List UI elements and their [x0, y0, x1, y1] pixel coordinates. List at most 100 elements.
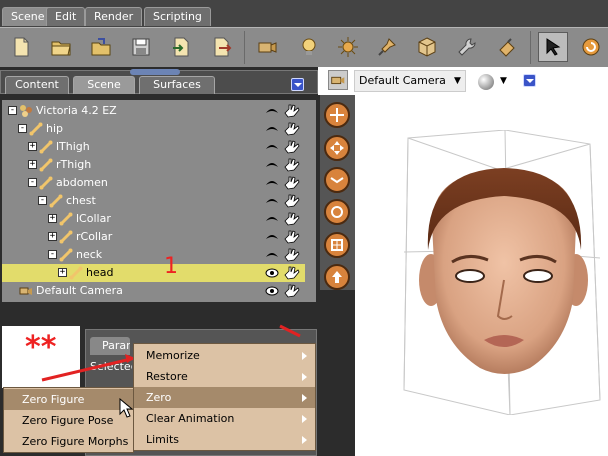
- save-icon[interactable]: [126, 32, 156, 62]
- menu-item[interactable]: Limits: [134, 429, 315, 450]
- render-style-icon[interactable]: [478, 74, 494, 90]
- open-folder-alt-icon[interactable]: [86, 32, 116, 62]
- hidden-eye-icon[interactable]: [265, 159, 279, 171]
- open-folder-icon[interactable]: [46, 32, 76, 62]
- tree-item-label: chest: [66, 194, 96, 207]
- expand-icon[interactable]: +: [58, 268, 67, 277]
- rotate-control-icon[interactable]: [324, 199, 350, 225]
- wrench-icon[interactable]: [452, 32, 482, 62]
- submenu-item[interactable]: Zero Figure Morphs: [4, 431, 133, 452]
- eye-icon[interactable]: [265, 285, 279, 297]
- tree-item-label: Victoria 4.2 EZ: [36, 104, 117, 117]
- hand-select-icon[interactable]: [283, 103, 301, 119]
- tree-row[interactable]: - neck: [2, 246, 305, 264]
- new-file-icon[interactable]: [6, 32, 36, 62]
- rotate-icon[interactable]: [576, 32, 606, 62]
- scene-tree: - Victoria 4.2 EZ - hip + lThigh + rThigh - abdom…: [2, 100, 316, 302]
- hand-select-icon[interactable]: [283, 121, 301, 137]
- export-icon[interactable]: [206, 32, 236, 62]
- hand-select-icon[interactable]: [283, 229, 301, 245]
- tree-row[interactable]: - hip: [2, 120, 305, 138]
- collapse-icon[interactable]: -: [8, 106, 17, 115]
- menu-item[interactable]: Zero: [134, 387, 315, 408]
- viewport-menu-button[interactable]: [523, 74, 536, 87]
- collapse-icon[interactable]: -: [48, 250, 57, 259]
- frame-control-icon[interactable]: [324, 232, 350, 258]
- hidden-eye-icon[interactable]: [265, 195, 279, 207]
- select-arrow-icon[interactable]: [538, 32, 568, 62]
- tree-row[interactable]: + rThigh: [2, 156, 305, 174]
- panel-drag-handle[interactable]: [130, 69, 180, 75]
- camera-dropdown[interactable]: Default Camera: [354, 70, 466, 92]
- pin-light-icon[interactable]: [372, 32, 402, 62]
- collapse-icon[interactable]: -: [28, 178, 37, 187]
- tab-surfaces[interactable]: Surfaces: [139, 76, 215, 94]
- submenu-item-label: Zero Figure Pose: [22, 414, 114, 427]
- camera-tool-icon[interactable]: [252, 32, 282, 62]
- hand-select-icon[interactable]: [283, 157, 301, 173]
- hidden-eye-icon[interactable]: [265, 141, 279, 153]
- chevron-down-icon: ▼: [500, 76, 507, 86]
- submenu-item[interactable]: Zero Figure Pose: [4, 410, 133, 431]
- bone-icon: [29, 122, 43, 136]
- hand-select-icon[interactable]: [283, 265, 301, 281]
- hand-select-icon[interactable]: [283, 139, 301, 155]
- translate-xz-control-icon[interactable]: [324, 102, 350, 128]
- tree-row[interactable]: + lThigh: [2, 138, 305, 156]
- hidden-eye-icon[interactable]: [265, 123, 279, 135]
- tab-scene-panel[interactable]: Scene: [73, 76, 135, 94]
- hand-select-icon[interactable]: [283, 247, 301, 263]
- collapse-icon[interactable]: -: [38, 196, 47, 205]
- hidden-eye-icon[interactable]: [265, 249, 279, 261]
- light-bulb-icon[interactable]: [294, 32, 324, 62]
- tab-render[interactable]: Render: [85, 7, 143, 26]
- hand-select-icon[interactable]: [283, 175, 301, 191]
- tree-row[interactable]: + rCollar: [2, 228, 305, 246]
- import-icon[interactable]: [166, 32, 196, 62]
- annotation-arrow-small: [279, 324, 301, 338]
- top-tab-bar: Scene Edit Render Scripting: [0, 0, 608, 28]
- head-model[interactable]: [400, 130, 608, 415]
- tree-row[interactable]: - abdomen: [2, 174, 305, 192]
- hidden-eye-icon[interactable]: [265, 231, 279, 243]
- panel-menu-button[interactable]: [291, 78, 304, 91]
- expand-icon[interactable]: +: [48, 214, 57, 223]
- tree-row[interactable]: + head: [2, 264, 305, 282]
- menu-item-label: Clear Animation: [146, 412, 235, 425]
- menu-item[interactable]: Restore: [134, 366, 315, 387]
- tab-content[interactable]: Content: [5, 76, 69, 94]
- tree-row[interactable]: Default Camera: [2, 282, 305, 300]
- tree-row[interactable]: - chest: [2, 192, 305, 210]
- hand-select-icon[interactable]: [283, 283, 301, 299]
- camera-select-icon[interactable]: [328, 70, 348, 90]
- pointer-tool-icon[interactable]: [492, 32, 522, 62]
- menu-item[interactable]: Memorize: [134, 345, 315, 366]
- menu-item[interactable]: Clear Animation: [134, 408, 315, 429]
- tree-row[interactable]: + lCollar: [2, 210, 305, 228]
- tab-edit[interactable]: Edit: [46, 7, 86, 26]
- translate-xy-control-icon[interactable]: [324, 135, 350, 161]
- cube-icon[interactable]: [412, 32, 442, 62]
- hidden-eye-icon[interactable]: [265, 177, 279, 189]
- submenu-item[interactable]: Zero Figure: [4, 389, 133, 410]
- hidden-eye-icon[interactable]: [265, 105, 279, 117]
- hand-select-icon[interactable]: [283, 211, 301, 227]
- hand-select-icon[interactable]: [283, 193, 301, 209]
- expand-icon[interactable]: +: [48, 232, 57, 241]
- tab-scripting[interactable]: Scripting: [144, 7, 211, 26]
- submenu-arrow-icon: [302, 436, 307, 444]
- expand-icon[interactable]: +: [28, 160, 37, 169]
- move-up-control-icon[interactable]: [324, 264, 350, 290]
- collapse-icon[interactable]: -: [18, 124, 27, 133]
- tree-row[interactable]: - Victoria 4.2 EZ: [2, 102, 305, 120]
- tree-item-label: head: [86, 266, 114, 279]
- scale-control-icon[interactable]: [324, 167, 350, 193]
- eye-icon[interactable]: [265, 267, 279, 279]
- hidden-eye-icon[interactable]: [265, 213, 279, 225]
- sun-light-icon[interactable]: [333, 32, 363, 62]
- expand-icon[interactable]: +: [28, 142, 37, 151]
- camera-icon: [19, 287, 32, 295]
- bone-icon: [39, 176, 53, 190]
- bone-icon: [69, 266, 83, 280]
- tree-item-label: hip: [46, 122, 64, 135]
